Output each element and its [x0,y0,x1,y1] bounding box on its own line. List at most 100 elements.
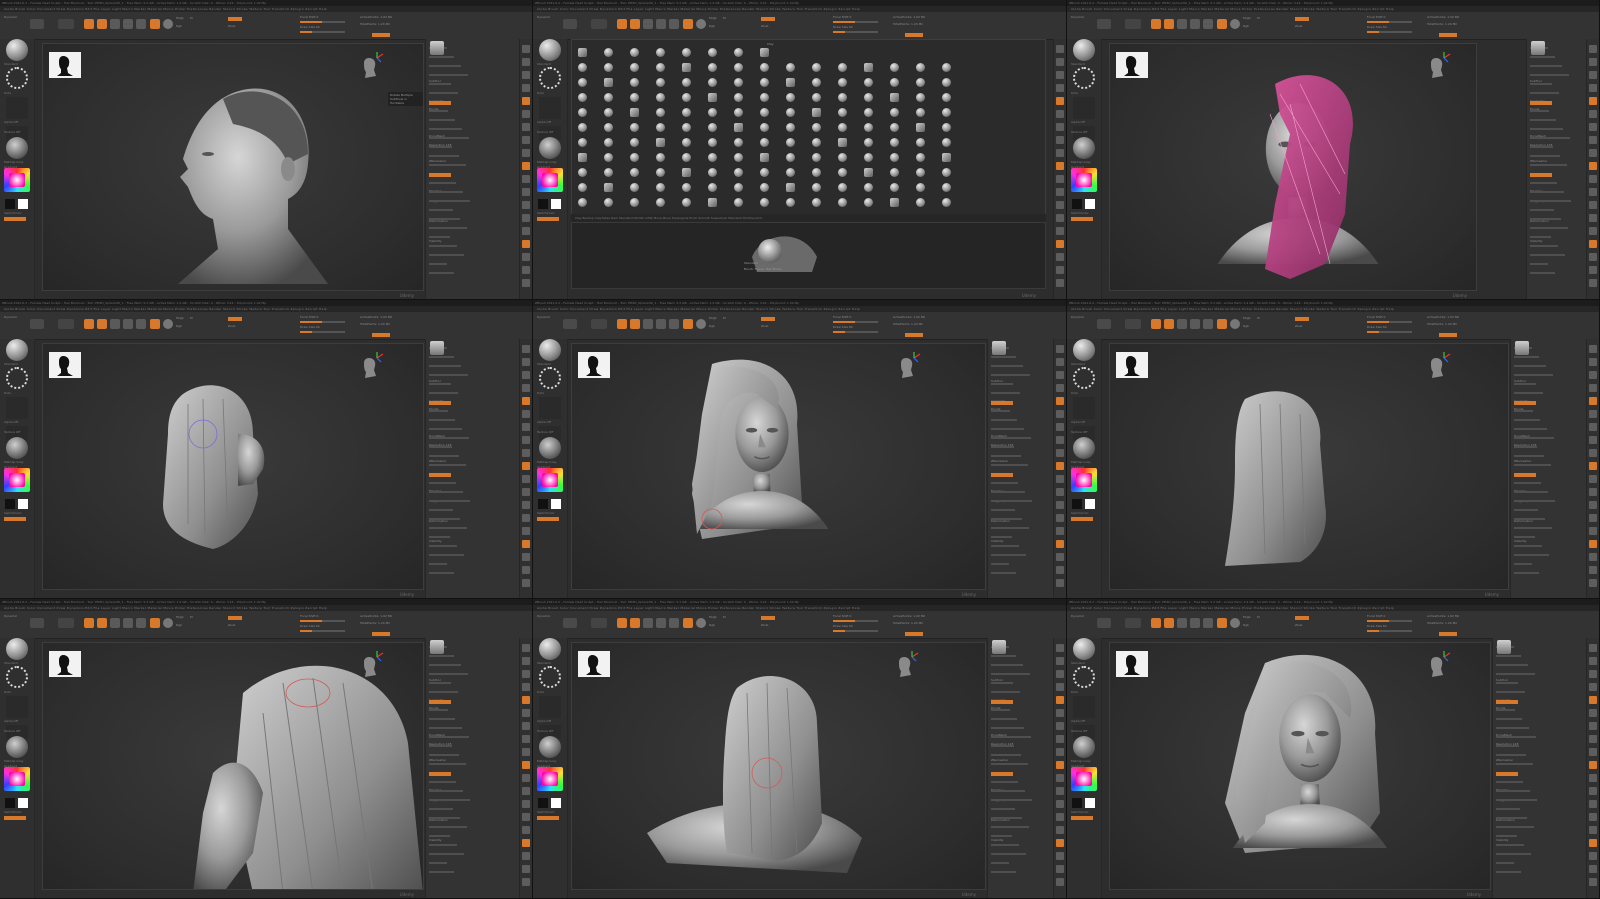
xpose-icon[interactable] [522,878,530,886]
move-button[interactable] [110,618,120,628]
floor-icon[interactable] [1589,735,1597,743]
scale-button[interactable] [656,319,666,329]
switch-color-label[interactable]: SwitchColor [1071,810,1089,814]
local-icon[interactable] [1589,748,1597,756]
palette-row[interactable] [1496,682,1518,684]
palette-row[interactable] [429,245,457,247]
document-canvas[interactable] [571,642,986,890]
brush-icon[interactable] [682,78,691,87]
transp-icon[interactable] [522,253,530,261]
brush-icon[interactable] [578,198,587,207]
brush-icon[interactable] [890,78,899,87]
floor-icon[interactable] [1056,136,1064,144]
brush-icon[interactable] [682,48,691,57]
tool-palette[interactable]: SubTool Geometry Divide DynaMesh Resolut… [987,638,1054,898]
brush-thumbnail[interactable] [6,638,28,660]
persp-icon[interactable] [1056,722,1064,730]
palette-row[interactable] [1514,419,1540,421]
edit-button[interactable] [617,319,627,329]
persp-icon[interactable] [522,123,530,131]
draw-size-slider[interactable] [300,31,345,33]
actual-icon[interactable] [1056,696,1064,704]
lightbox-button[interactable] [30,19,44,29]
m-label[interactable]: M [190,316,193,320]
sphere-tool-button[interactable] [1217,618,1227,628]
brush-icon[interactable] [708,63,717,72]
palette-row[interactable] [429,119,455,121]
rotate-button[interactable] [1203,19,1213,29]
brush-icon[interactable] [630,63,639,72]
main-color-swatch[interactable] [18,199,28,209]
polyf-icon[interactable] [1056,540,1064,548]
color-picker[interactable] [4,468,30,492]
brush-icon[interactable] [890,183,899,192]
palette-row[interactable] [429,826,467,828]
palette-row[interactable] [991,482,1018,484]
scroll-icon[interactable] [1056,371,1064,379]
move-button[interactable] [643,319,653,329]
bpr-icon[interactable] [1056,345,1064,353]
secondary-color-swatch[interactable] [5,499,15,509]
rotate-button[interactable] [136,319,146,329]
solo-icon[interactable] [1589,566,1597,574]
alternate-toggle[interactable] [4,816,26,820]
zadd-toggle[interactable] [761,616,775,620]
stroke-thumbnail[interactable] [6,67,28,89]
palette-row[interactable] [1514,545,1542,547]
brush-icon[interactable] [656,138,665,147]
brush-icon[interactable] [786,198,795,207]
thumbnail-view[interactable] [49,52,81,78]
palette-row[interactable] [429,209,453,211]
brush-icon[interactable] [760,123,769,132]
palette-row[interactable] [1530,155,1560,157]
document-canvas[interactable] [1109,343,1509,590]
palette-row[interactable] [991,835,1012,837]
zoom-icon[interactable] [522,384,530,392]
color-picker[interactable] [1071,168,1097,192]
palette-row[interactable] [991,871,1016,873]
linefill-icon[interactable] [522,826,530,834]
navigation-head-icon[interactable] [894,352,922,382]
palette-row[interactable] [429,491,463,493]
brush-thumbnail[interactable] [6,39,28,61]
subtool-thumbnail[interactable] [992,640,1006,654]
palette-row[interactable] [991,473,1013,477]
switch-color-label[interactable]: SwitchColor [4,211,22,215]
palette-row[interactable] [1530,272,1555,274]
brush-icon[interactable] [708,168,717,177]
palette-row[interactable] [991,673,1030,675]
palette-row[interactable] [1514,437,1554,439]
polyf-icon[interactable] [1589,240,1597,248]
spix-icon[interactable] [1589,657,1597,665]
alternate-toggle[interactable] [1071,517,1093,521]
transp-icon[interactable] [1589,553,1597,561]
brush-icon[interactable] [916,63,925,72]
persp-icon[interactable] [522,722,530,730]
palette-row[interactable] [429,473,451,477]
persp-icon[interactable] [1056,123,1064,131]
brush-icon[interactable] [812,138,821,147]
mrgb-label[interactable]: Mrgb [709,16,717,20]
solo-icon[interactable] [1056,865,1064,873]
focal-shift-slider[interactable] [833,620,878,622]
polyf-icon[interactable] [1056,240,1064,248]
local-icon[interactable] [522,748,530,756]
material-thumbnail[interactable] [1073,137,1095,159]
mrgb-label[interactable]: Mrgb [176,615,184,619]
thumbnail-view[interactable] [1116,52,1148,78]
brush-icon[interactable] [890,168,899,177]
palette-row[interactable] [991,781,1018,783]
m-label[interactable]: M [1257,16,1260,20]
palette-row[interactable] [429,446,452,448]
actual-icon[interactable] [1056,397,1064,405]
secondary-color-swatch[interactable] [1072,199,1082,209]
dynamic-toggle[interactable] [1439,632,1457,636]
brush-icon[interactable] [890,198,899,207]
xpose-icon[interactable] [1589,878,1597,886]
stroke-thumbnail[interactable] [539,666,561,688]
palette-row[interactable] [1530,83,1552,85]
brush-icon[interactable] [604,138,613,147]
palette-row[interactable] [991,401,1013,405]
draw-size-slider[interactable] [833,31,878,33]
palette-row[interactable] [429,682,451,684]
